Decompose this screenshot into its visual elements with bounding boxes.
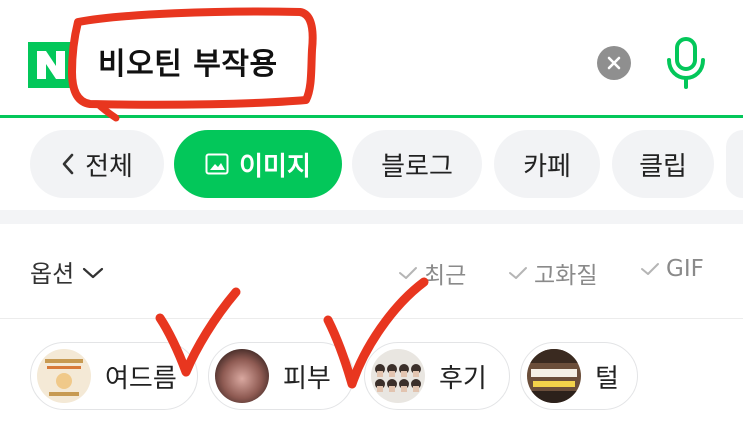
review-thumbnail	[371, 349, 425, 403]
search-header: 비오틴 부작용	[0, 0, 743, 117]
chevron-left-icon	[61, 152, 75, 176]
image-icon	[205, 153, 229, 175]
check-icon	[508, 265, 528, 281]
section-divider	[0, 210, 743, 224]
chip-label: 피부	[283, 363, 331, 394]
filter-recent[interactable]: 최근	[398, 256, 466, 290]
tab-label: 블로그	[381, 151, 453, 182]
tab-blog[interactable]: 블로그	[352, 130, 482, 198]
check-icon	[640, 261, 660, 277]
options-divider	[0, 318, 743, 319]
search-underline	[0, 115, 743, 118]
filter-high-quality[interactable]: 고화질	[508, 256, 597, 290]
check-icon	[398, 265, 418, 281]
chip-label: 털	[595, 363, 619, 394]
tab-label: 카페	[523, 151, 571, 182]
related-chip-skin[interactable]: 피부	[208, 342, 354, 410]
tab-more-partial[interactable]	[726, 130, 743, 198]
tab-label: 이미지	[239, 151, 311, 182]
filter-gif[interactable]: GIF	[640, 256, 704, 282]
close-icon	[607, 56, 621, 70]
tab-label: 전체	[85, 151, 133, 182]
filter-label: GIF	[666, 256, 704, 282]
tab-cafe[interactable]: 카페	[494, 130, 600, 198]
related-chip-hair[interactable]: 털	[520, 342, 638, 410]
options-row: 옵션 최근 고화질 GIF	[0, 240, 743, 306]
voice-search-button[interactable]	[664, 36, 708, 90]
acne-thumbnail	[37, 349, 91, 403]
related-keywords: 여드름 피부 후기 털	[0, 342, 743, 412]
chip-label: 여드름	[105, 363, 177, 394]
options-label: 옵션	[30, 260, 75, 288]
hair-thumbnail	[527, 349, 581, 403]
skin-thumbnail	[215, 349, 269, 403]
filter-label: 최근	[424, 263, 467, 289]
related-chip-review[interactable]: 후기	[364, 342, 510, 410]
microphone-icon	[667, 37, 705, 89]
filter-label: 고화질	[534, 263, 598, 289]
related-chip-acne[interactable]: 여드름	[30, 342, 198, 410]
tab-clip[interactable]: 클립	[612, 130, 714, 198]
tab-label: 클립	[639, 151, 687, 182]
tab-all[interactable]: 전체	[30, 130, 164, 198]
clear-search-button[interactable]	[597, 46, 631, 80]
chip-label: 후기	[439, 363, 487, 394]
search-tabs: 전체 이미지 블로그 카페 클립	[0, 130, 743, 200]
chevron-down-icon	[82, 258, 104, 286]
options-toggle[interactable]: 옵션	[30, 254, 104, 289]
tab-images[interactable]: 이미지	[174, 130, 342, 198]
search-query-text[interactable]: 비오틴 부작용	[98, 42, 278, 88]
naver-logo[interactable]	[28, 42, 74, 88]
